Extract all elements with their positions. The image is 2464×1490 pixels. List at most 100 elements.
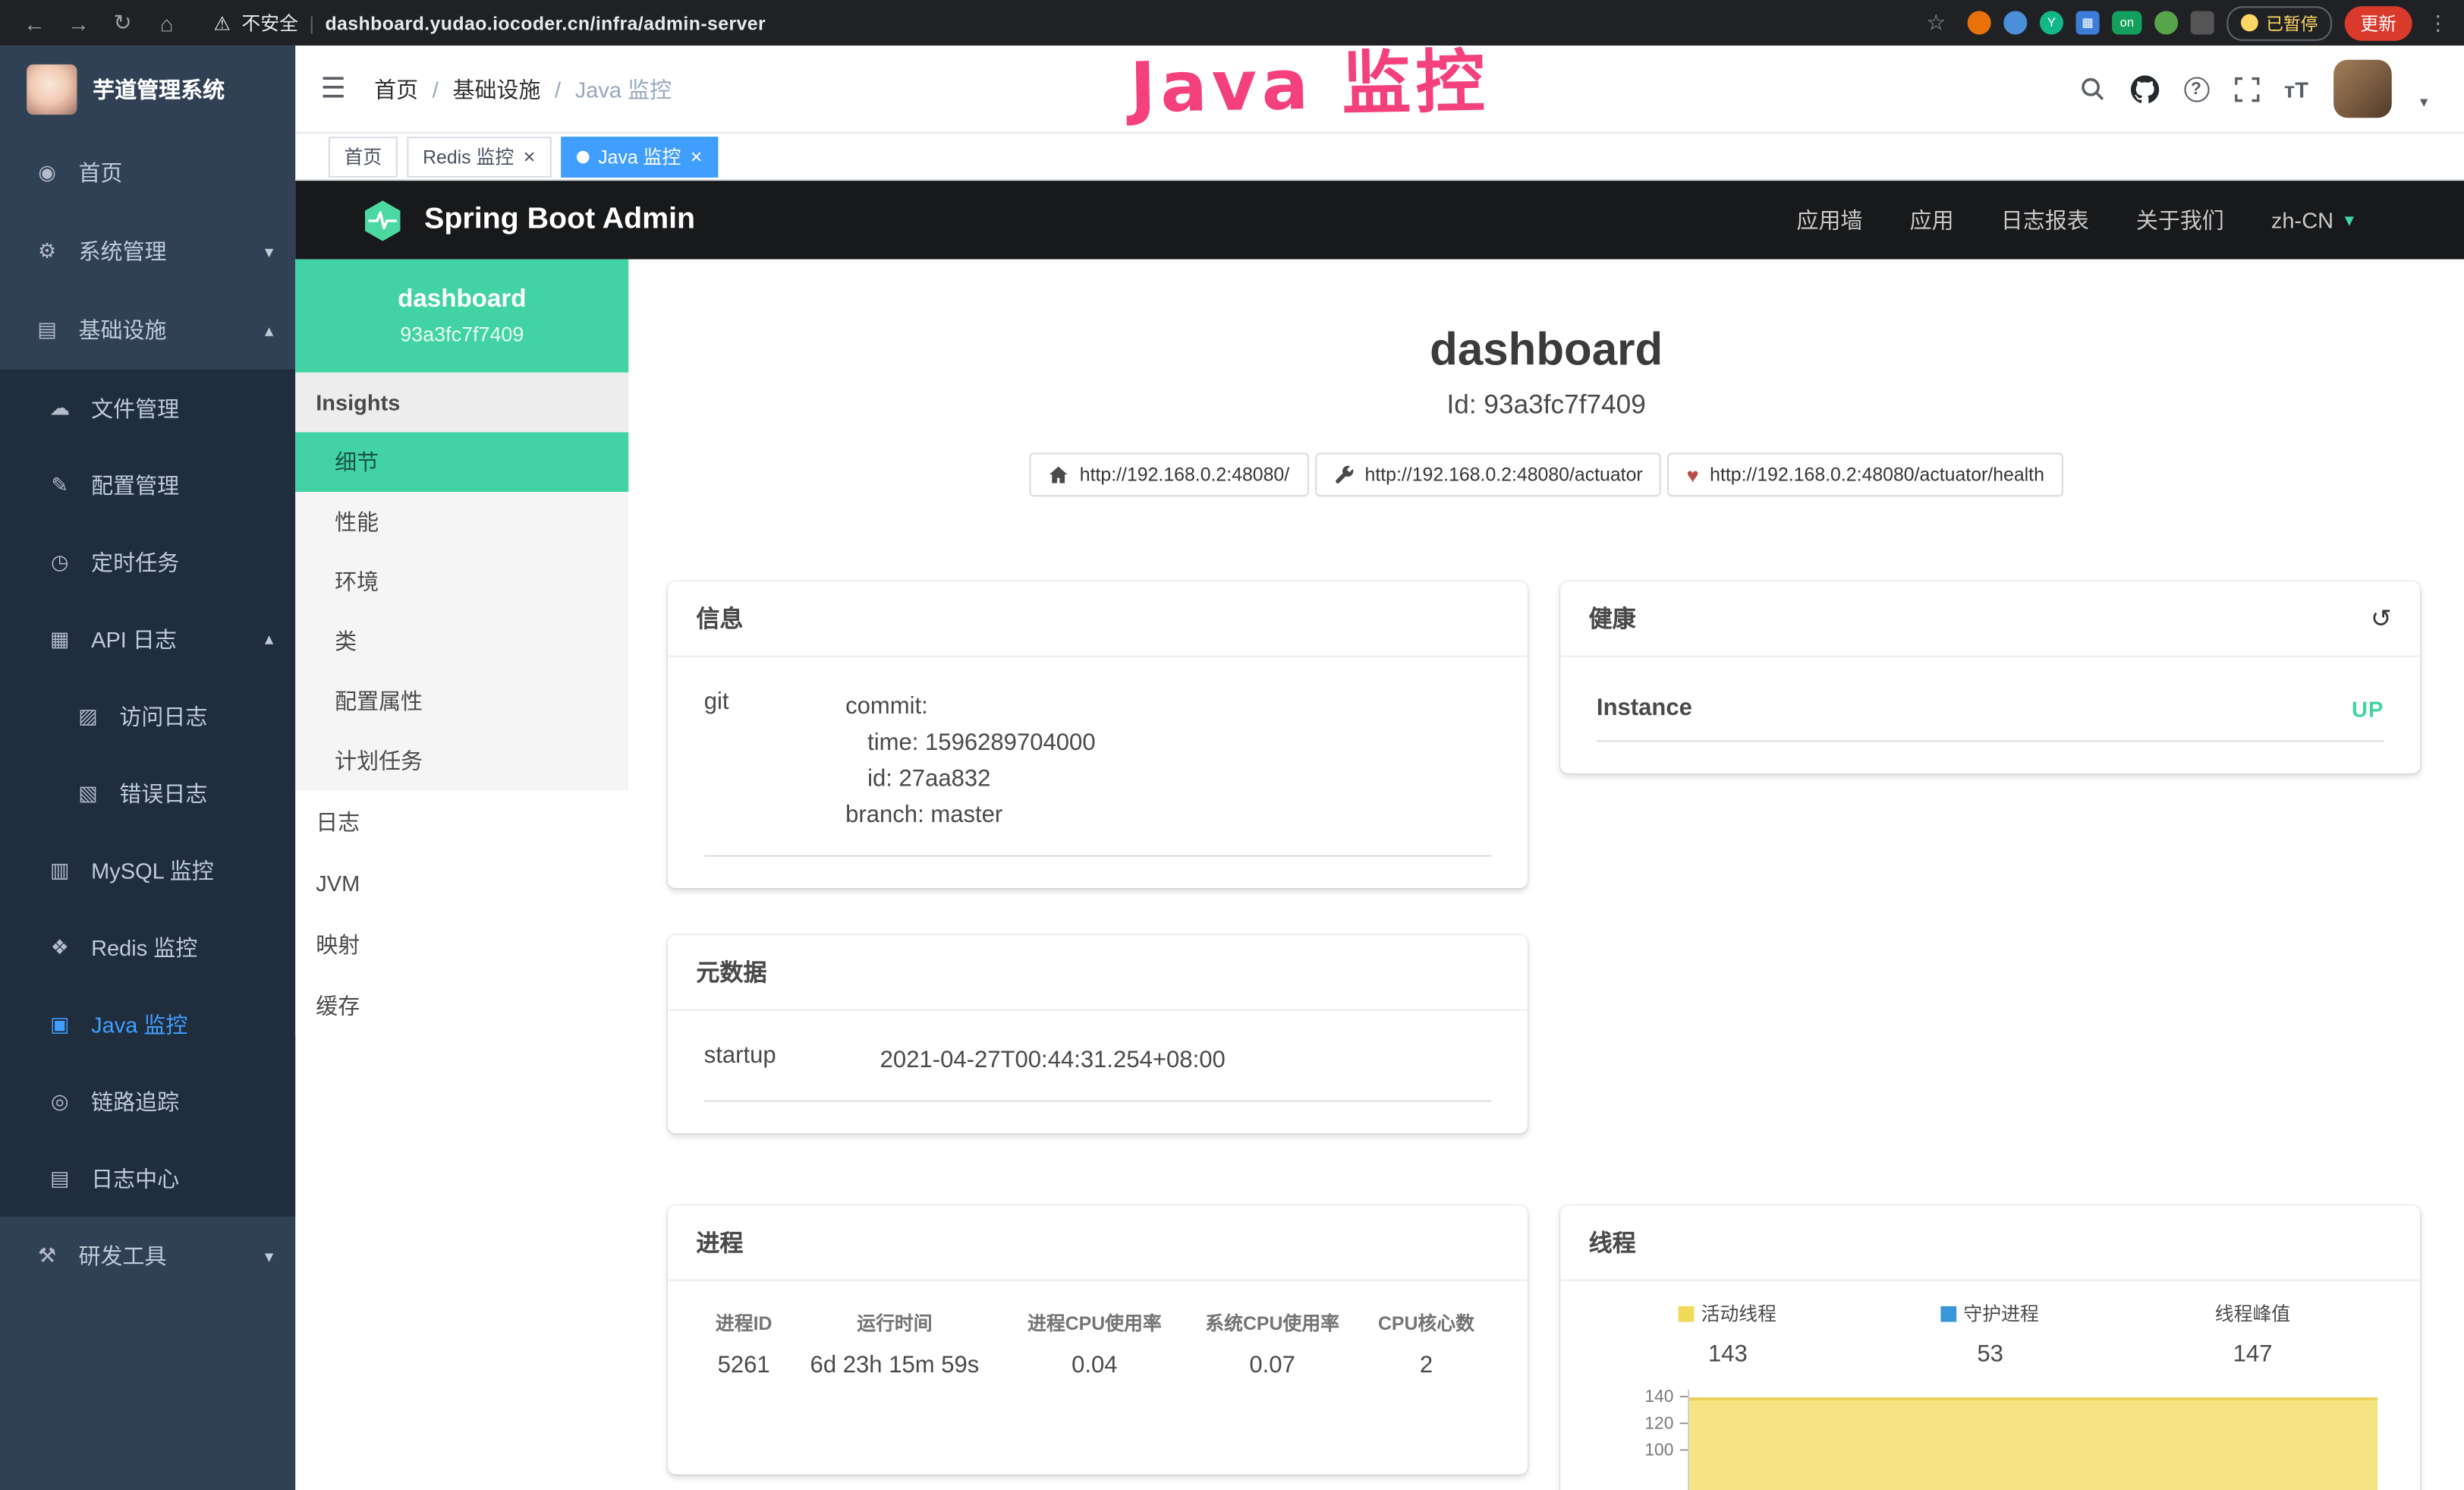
browser-forward-icon[interactable]: → [60, 10, 98, 35]
sidebar-item-dev-tools[interactable]: ⚒ 研发工具 ▾ [0, 1217, 295, 1296]
chart-plot-area [1688, 1390, 2384, 1490]
github-icon[interactable] [2130, 74, 2158, 102]
browser-extension-icon[interactable] [2154, 11, 2178, 34]
sba-item-environment[interactable]: 环境 [295, 552, 628, 612]
y-tick: 100 [1597, 1443, 1688, 1470]
sidebar-item-label: 研发工具 [79, 1240, 167, 1271]
table-cell: 6d 23h 15m 59s [784, 1344, 1006, 1399]
redis-icon: ❖ [47, 934, 72, 959]
sidebar-item-label: 链路追踪 [91, 1085, 179, 1117]
browser-extension-icon[interactable] [2003, 11, 2027, 34]
hamburger-icon[interactable]: ☰ [320, 72, 345, 105]
bookmark-star-icon[interactable]: ☆ [1917, 9, 1955, 36]
sidebar-item-scheduled-jobs[interactable]: ◷ 定时任务 [0, 524, 295, 600]
sidebar-item-redis-monitor[interactable]: ❖ Redis 监控 [0, 909, 295, 985]
sidebar-item-label: Redis 监控 [91, 931, 197, 962]
sidebar-item-mysql-monitor[interactable]: ▥ MySQL 监控 [0, 831, 295, 908]
sidebar-item-label: 系统管理 [79, 236, 167, 267]
threads-chart: 140 120 100 [1597, 1390, 2384, 1490]
browser-extension-icon[interactable]: Y [2040, 11, 2063, 34]
sidebar-item-home[interactable]: ◉ 首页 [0, 134, 295, 213]
sba-nav-wall[interactable]: 应用墙 [1797, 204, 1863, 235]
sba-item-jvm[interactable]: JVM [295, 852, 628, 913]
legend-daemon-threads: 守护进程 53 [1859, 1300, 2122, 1368]
sba-item-mappings[interactable]: 映射 [295, 913, 628, 975]
browser-update-button[interactable]: 更新 [2345, 5, 2412, 40]
threads-legend: 活动线程 143 守护进程 53 线程峰值 14 [1597, 1300, 2384, 1368]
tab-java-monitor[interactable]: Java 监控 × [560, 136, 718, 177]
browser-extension-on-icon[interactable]: on [2112, 11, 2141, 34]
info-card-title: 信息 [668, 581, 1528, 657]
health-card-header: 健康 ↺ [1560, 581, 2420, 657]
tab-redis-monitor[interactable]: Redis 监控 × [407, 136, 551, 177]
sidebar-item-system-management[interactable]: ⚙ 系统管理 ▾ [0, 213, 295, 291]
legend-swatch-blue [1941, 1306, 1957, 1322]
browser-extension-icon[interactable]: ▦ [2076, 11, 2100, 34]
sba-nav: 应用墙 应用 日志报表 关于我们 zh-CN ▾ [1797, 204, 2355, 235]
dashboard-icon: ◉ [35, 160, 60, 185]
status-badge: UP [2352, 695, 2384, 720]
browser-extension-icon[interactable] [1968, 11, 1991, 34]
sidebar-item-infrastructure[interactable]: ▤ 基础设施 ▴ [0, 291, 295, 370]
locale-selector[interactable]: zh-CN ▾ [2271, 207, 2354, 232]
sidebar-item-error-logs[interactable]: ▧ 错误日志 [0, 754, 295, 831]
sidebar-item-label: 错误日志 [119, 777, 207, 808]
font-size-icon[interactable]: тT [2284, 76, 2308, 101]
close-icon[interactable]: × [691, 146, 703, 167]
browser-extension-puzzle-icon[interactable] [2191, 11, 2214, 34]
browser-back-icon[interactable]: ← [16, 10, 54, 35]
breadcrumb-home[interactable]: 首页 [374, 73, 418, 104]
tab-home[interactable]: 首页 [329, 136, 398, 177]
sba-item-caches[interactable]: 缓存 [295, 975, 628, 1036]
actuator-url-link[interactable]: http://192.168.0.2:48080/actuator [1314, 452, 1661, 496]
address-bar[interactable]: ⚠ 不安全 | dashboard.yudao.iocoder.cn/infra… [214, 9, 1911, 36]
search-icon[interactable] [2079, 75, 2105, 102]
sba-item-logs[interactable]: 日志 [295, 791, 628, 852]
paused-badge[interactable]: 已暂停 [2226, 5, 2332, 40]
metadata-row-value: 2021-04-27T00:44:31.254+08:00 [880, 1042, 1492, 1079]
log-icon: ▨ [75, 704, 100, 729]
close-icon[interactable]: × [524, 146, 536, 167]
sba-brand[interactable]: Spring Boot Admin [361, 199, 695, 241]
sba-nav-about[interactable]: 关于我们 [2136, 204, 2224, 235]
sba-item-scheduled-tasks[interactable]: 计划任务 [295, 731, 628, 791]
avatar-caret-icon[interactable]: ▾ [2420, 94, 2428, 118]
screen: ← → ↻ ⌂ ⚠ 不安全 | dashboard.yudao.iocoder.… [0, 0, 2464, 1490]
sba-item-classes[interactable]: 类 [295, 612, 628, 672]
user-avatar[interactable] [2333, 60, 2392, 118]
sidebar-item-java-monitor[interactable]: ▣ Java 监控 [0, 985, 295, 1062]
health-card-title: 健康 [1589, 602, 1636, 635]
sba-item-details[interactable]: 细节 [295, 432, 628, 492]
table-cell: 0.04 [1005, 1344, 1183, 1399]
browser-menu-icon[interactable]: ⋮ [2428, 10, 2448, 35]
sba-item-performance[interactable]: 性能 [295, 492, 628, 552]
breadcrumb: 首页 / 基础设施 / Java 监控 [374, 73, 672, 104]
heart-icon: ♥ [1687, 465, 1699, 485]
sba-nav-journal[interactable]: 日志报表 [2001, 204, 2089, 235]
history-icon[interactable]: ↺ [2371, 603, 2392, 634]
sba-brand-label: Spring Boot Admin [424, 203, 695, 238]
sba-item-config-props[interactable]: 配置属性 [295, 671, 628, 731]
health-url-link[interactable]: ♥ http://192.168.0.2:48080/actuator/heal… [1668, 452, 2063, 496]
browser-home-icon[interactable]: ⌂ [148, 10, 186, 35]
breadcrumb-infrastructure[interactable]: 基础设施 [452, 73, 540, 104]
cloud-icon: ☁ [47, 395, 72, 421]
instance-header[interactable]: dashboard 93a3fc7f7409 [295, 260, 628, 373]
help-icon[interactable]: ? [2183, 76, 2208, 101]
app-logo[interactable]: 芋道管理系统 [0, 46, 295, 134]
table-cell: 5261 [704, 1344, 784, 1399]
sba-nav-applications[interactable]: 应用 [1910, 204, 1954, 235]
fullscreen-icon[interactable] [2234, 76, 2259, 101]
browser-reload-icon[interactable]: ↻ [104, 9, 142, 36]
sidebar-item-api-logs[interactable]: ▦ API 日志 ▴ [0, 600, 295, 677]
sidebar-item-label: 文件管理 [91, 392, 179, 424]
infrastructure-submenu: ☁ 文件管理 ✎ 配置管理 ◷ 定时任务 ▦ API 日志 ▴ [0, 370, 295, 1217]
service-url-link[interactable]: http://192.168.0.2:48080/ [1030, 452, 1308, 496]
tab-label: 首页 [345, 143, 382, 169]
edit-icon: ✎ [47, 472, 72, 497]
sidebar-item-access-logs[interactable]: ▨ 访问日志 [0, 678, 295, 754]
sidebar-item-file-management[interactable]: ☁ 文件管理 [0, 370, 295, 446]
sidebar-item-config-management[interactable]: ✎ 配置管理 [0, 446, 295, 523]
sidebar-item-log-center[interactable]: ▤ 日志中心 [0, 1139, 295, 1216]
sidebar-item-link-tracing[interactable]: ◎ 链路追踪 [0, 1063, 295, 1139]
